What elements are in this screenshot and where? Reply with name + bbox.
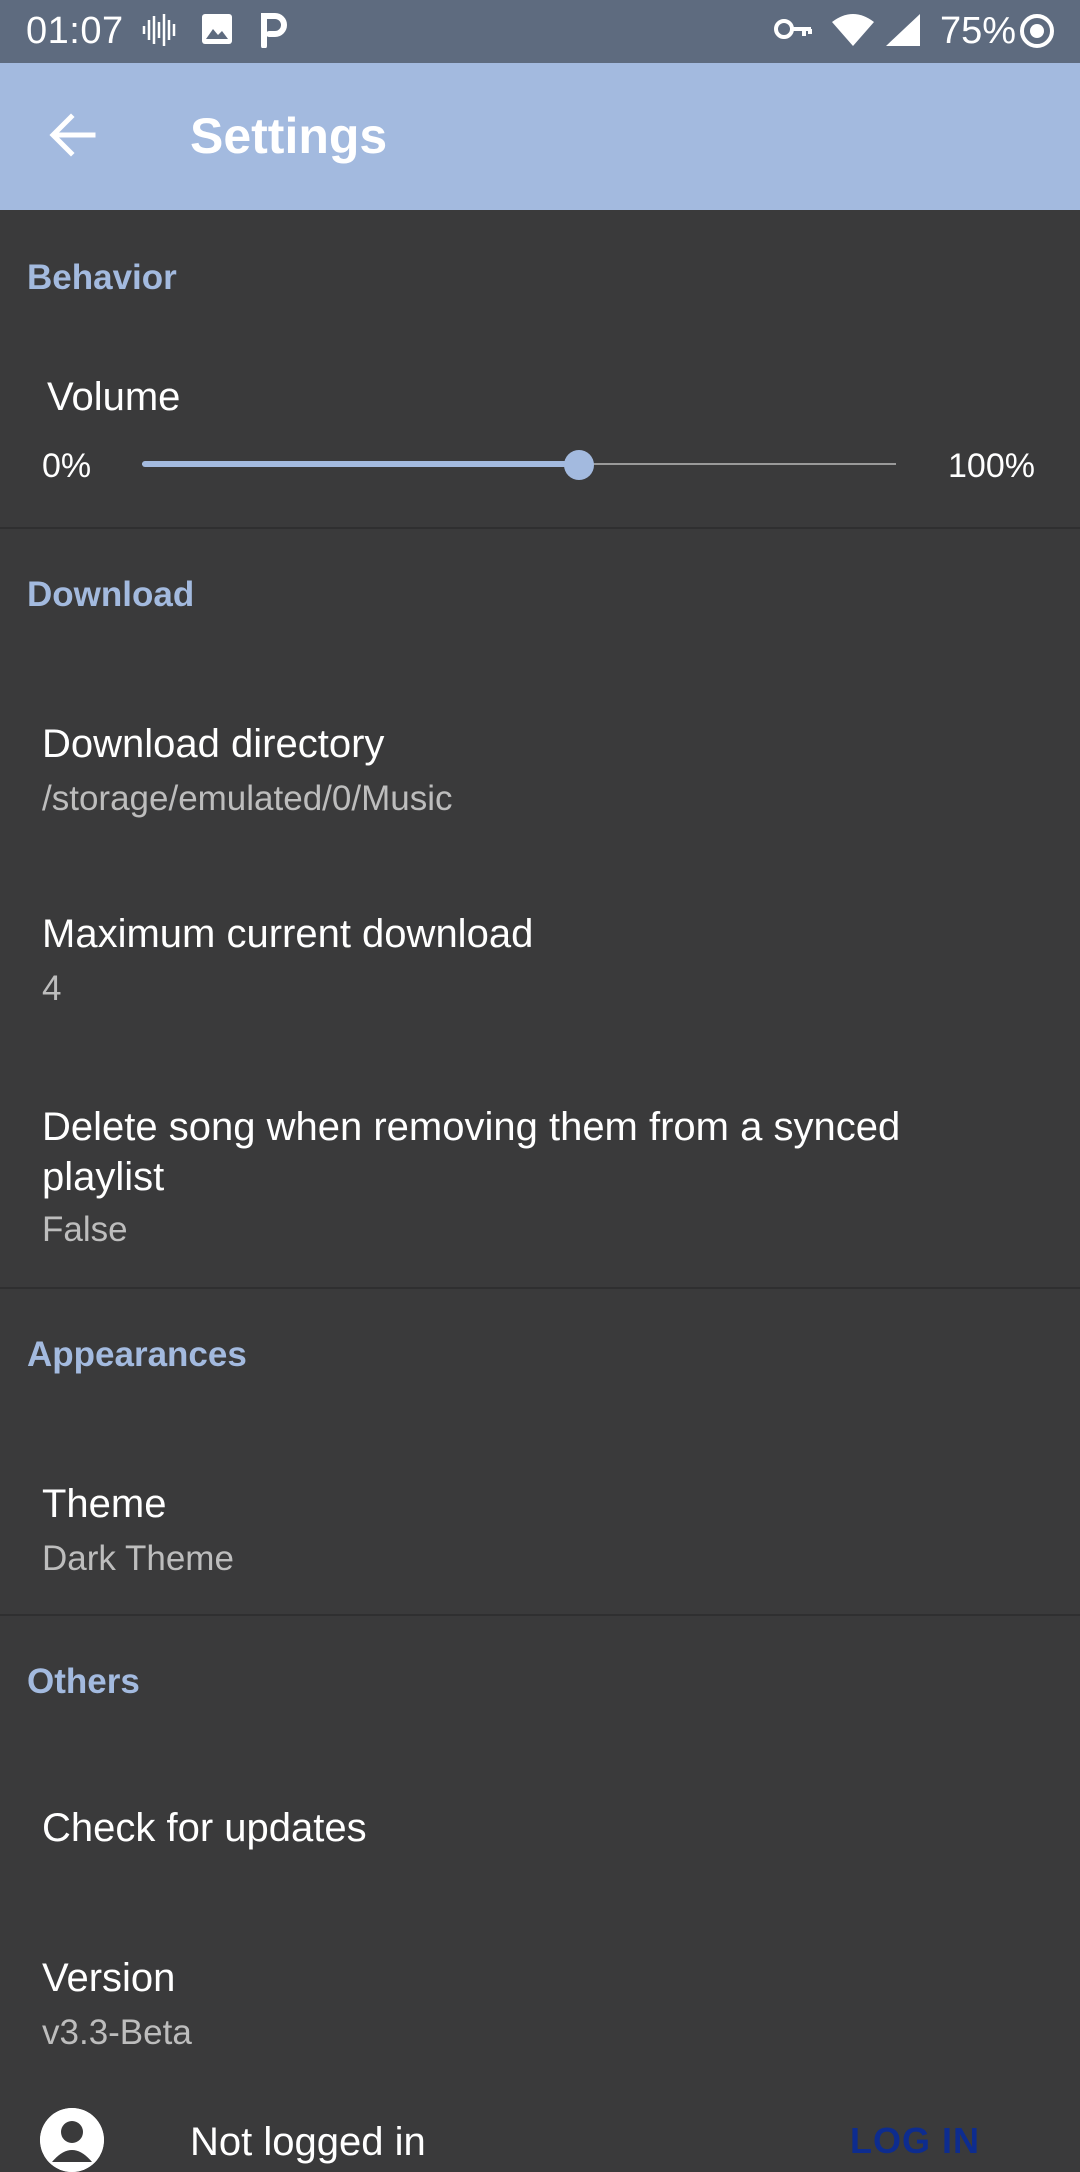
login-button[interactable]: LOG IN [850, 2120, 980, 2162]
status-bar: 01:07 75% [0, 0, 1080, 63]
section-header-others: Others [27, 1662, 140, 1701]
pref-theme[interactable]: Theme Dark Theme [0, 1430, 1080, 1610]
section-divider [0, 1614, 1080, 1616]
status-time: 01:07 [26, 10, 124, 52]
sync-icon [1018, 12, 1056, 60]
signal-icon [884, 12, 922, 58]
arrow-back-icon [49, 112, 97, 162]
volume-title: Volume [47, 375, 181, 419]
soundwave-icon [140, 12, 180, 58]
pref-version: Version v3.3-Beta [0, 1900, 1080, 2070]
pref-title: Maximum current download [42, 912, 534, 956]
app-bar: Settings [0, 63, 1080, 210]
back-button[interactable] [30, 101, 116, 173]
pref-download-directory[interactable]: Download directory /storage/emulated/0/M… [0, 670, 1080, 850]
account-row: Not logged in LOG IN [0, 2108, 1080, 2172]
pref-summary: 4 [42, 969, 62, 1008]
pref-summary: v3.3-Beta [42, 2013, 192, 2052]
settings-list[interactable]: Behavior Volume 0% 100% Download Downloa… [0, 210, 1080, 2172]
pref-summary: False [42, 1210, 128, 1249]
section-divider [0, 1287, 1080, 1289]
section-divider [0, 527, 1080, 529]
pref-title: Version [42, 1956, 176, 2000]
image-icon [200, 12, 234, 56]
page-title: Settings [190, 108, 388, 164]
pref-summary: Dark Theme [42, 1539, 234, 1578]
battery-percentage: 75% [940, 10, 1017, 52]
pref-delete-song-synced-playlist[interactable]: Delete song when removing them from a sy… [0, 1050, 1080, 1290]
pref-check-for-updates[interactable]: Check for updates [0, 1750, 1080, 1900]
pref-maximum-current-download[interactable]: Maximum current download 4 [0, 860, 1080, 1040]
pref-title: Delete song when removing them from a sy… [42, 1105, 901, 1199]
pref-title: Theme [42, 1482, 167, 1526]
wifi-icon [830, 12, 876, 58]
key-icon [774, 12, 814, 56]
volume-max-label: 100% [948, 447, 1035, 485]
parking-icon [258, 12, 288, 58]
section-header-appearances: Appearances [27, 1335, 247, 1374]
pref-summary: /storage/emulated/0/Music [42, 779, 453, 818]
volume-slider-fill [142, 461, 580, 467]
section-header-behavior: Behavior [27, 258, 177, 297]
volume-min-label: 0% [42, 447, 92, 485]
pref-title: Download directory [42, 722, 385, 766]
account-avatar-icon [40, 2108, 104, 2172]
pref-title: Check for updates [42, 1806, 367, 1850]
section-header-download: Download [27, 575, 195, 614]
account-status: Not logged in [190, 2120, 426, 2164]
